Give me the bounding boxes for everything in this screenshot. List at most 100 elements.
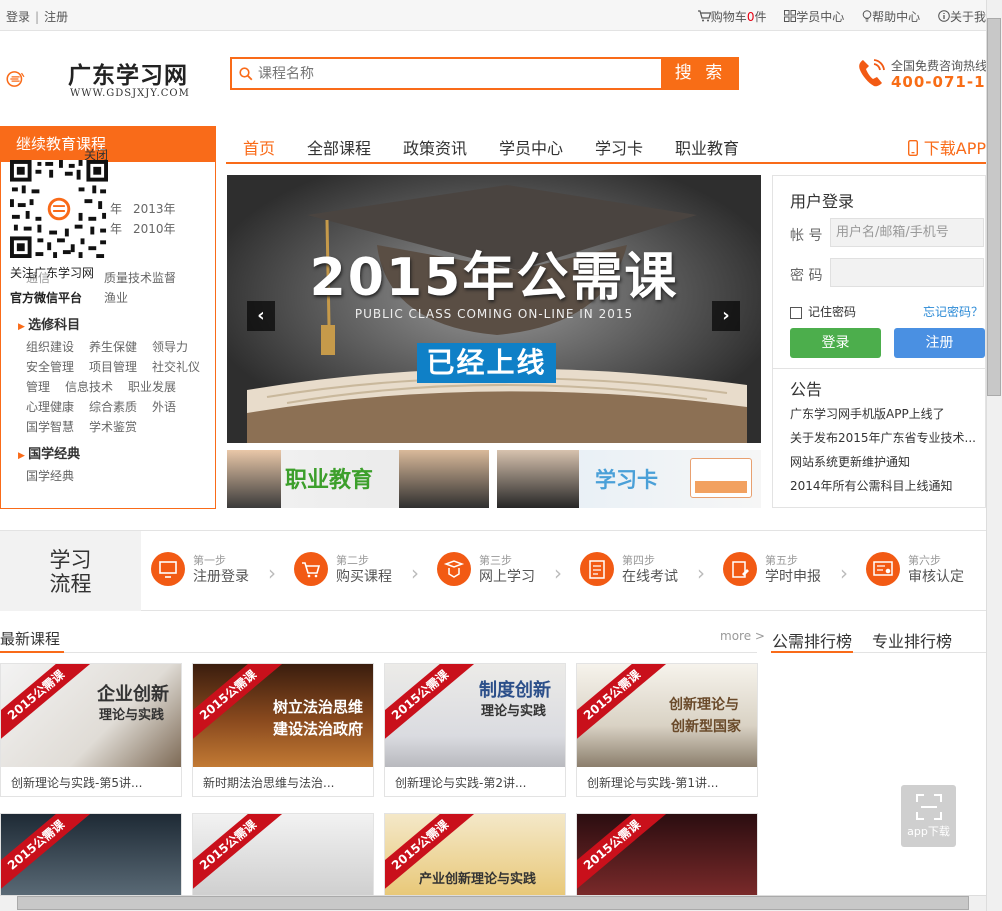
course-thumbnail: 2015公需课 创新理论与 创新型国家 <box>577 664 757 767</box>
course-caption: 创新理论与实践-第2讲... <box>395 776 527 790</box>
top-register-link[interactable]: 注册 <box>44 10 68 24</box>
announcement-item[interactable]: 关于发布2015年广东省专业技术... <box>790 429 976 446</box>
logo-icon[interactable] <box>6 52 68 106</box>
chevron-right-icon: › <box>697 561 705 585</box>
banner-prev-button[interactable]: ‹ <box>247 301 275 331</box>
tab-public-ranking[interactable]: 公需排行榜 <box>772 628 852 652</box>
elective-item[interactable]: 心理健康 <box>26 398 74 415</box>
category-item[interactable]: 渔业 <box>104 289 128 306</box>
checkbox-icon <box>790 306 802 319</box>
divider: | <box>35 10 40 24</box>
elective-item[interactable]: 综合素质 <box>89 398 137 415</box>
hotline-label: 全国免费咨询热线 <box>891 59 988 73</box>
course-card[interactable]: 2015公需课 制度创新 理论与实践 创新理论与实践-第2讲... <box>384 663 566 797</box>
about-link[interactable]: 关于我 <box>938 10 986 24</box>
elective-item[interactable]: 信息技术 <box>65 378 113 395</box>
course-card[interactable]: 2015公需课 树立法治思维 建设法治政府 新时期法治思维与法治... <box>192 663 374 797</box>
elective-item[interactable]: 职业发展 <box>128 378 176 395</box>
classics-item[interactable]: 国学经典 <box>26 467 74 484</box>
promo-person-image <box>227 450 281 508</box>
cart-link[interactable]: 购物车0件 <box>697 10 771 24</box>
course-card[interactable]: 2015公需课 <box>576 813 758 897</box>
scan-icon <box>915 794 942 820</box>
banner-next-button[interactable]: › <box>712 301 740 331</box>
banner-subline: PUBLIC CLASS COMING ON-LINE IN 2015 <box>354 307 634 321</box>
process-step[interactable]: 第六步 审核认定 <box>866 548 1002 592</box>
wechat-qr-code <box>10 160 108 258</box>
elective-item[interactable]: 学术鉴赏 <box>89 418 137 435</box>
hero-banner[interactable]: 2015年公需课 PUBLIC CLASS COMING ON-LINE IN … <box>227 175 761 443</box>
promo-vocational-label: 职业教育 <box>285 468 374 493</box>
year-2010-link[interactable]: 2010年 <box>133 220 176 237</box>
elective-item[interactable]: 项目管理 <box>89 358 137 375</box>
year-suffix[interactable]: 年 <box>110 200 122 217</box>
divider <box>0 652 757 653</box>
search-input[interactable] <box>232 59 632 88</box>
chevron-right-icon: › <box>268 561 276 585</box>
tab-professional-ranking[interactable]: 专业排行榜 <box>872 628 952 652</box>
divider <box>0 651 64 653</box>
course-card[interactable]: 2015公需课 创新理论与 创新型国家 创新理论与实践-第1讲... <box>576 663 758 797</box>
nav-vocational[interactable]: 职业教育 <box>675 135 739 159</box>
student-center-link[interactable]: 学员中心 <box>784 10 848 24</box>
top-login-link[interactable]: 登录 <box>6 10 30 24</box>
announcement-item[interactable]: 广东学习网手机版APP上线了 <box>790 405 945 422</box>
logo-name[interactable]: 广东学习网 <box>68 56 188 90</box>
scrollbar-thumb[interactable] <box>987 18 1001 396</box>
scrollbar-thumb[interactable] <box>17 896 969 910</box>
course-card[interactable]: 2015公需课 <box>192 813 374 897</box>
top-right-links: 购物车0件 学员中心 帮助中心 关于我 <box>684 8 986 25</box>
search-icon <box>239 67 253 81</box>
course-ribbon: 2015公需课 <box>577 664 669 746</box>
download-app-link[interactable]: 下载APP <box>907 135 986 159</box>
wechat-label: 官方微信平台 <box>10 291 83 305</box>
divider <box>773 368 985 369</box>
chevron-right-icon: › <box>554 561 562 585</box>
help-center-link[interactable]: 帮助中心 <box>862 10 924 24</box>
elective-item[interactable]: 领导力 <box>152 338 188 355</box>
password-input[interactable] <box>830 258 984 287</box>
elective-item[interactable]: 管理 <box>26 378 50 395</box>
announcement-item[interactable]: 网站系统更新维护通知 <box>790 453 910 470</box>
elective-item[interactable]: 组织建设 <box>26 338 74 355</box>
course-thumbnail: 2015公需课 树立法治思维 建设法治政府 <box>193 664 373 767</box>
announcement-item[interactable]: 2014年所有公需科目上线通知 <box>790 477 953 494</box>
promo-person-image <box>399 450 489 508</box>
remember-checkbox[interactable]: 记住密码 <box>790 303 856 320</box>
elective-item[interactable]: 社交礼仪 <box>152 358 200 375</box>
year-suffix[interactable]: 年 <box>110 220 122 237</box>
study-card-promo[interactable]: 学习卡 <box>497 450 761 508</box>
nav-all-courses[interactable]: 全部课程 <box>307 135 371 159</box>
triangle-icon: ▶ <box>18 322 29 332</box>
elective-item[interactable]: 国学智慧 <box>26 418 74 435</box>
search-button[interactable]: 搜 索 <box>662 57 739 90</box>
nav-policy-news[interactable]: 政策资讯 <box>403 135 467 159</box>
course-ribbon: 2015公需课 <box>577 814 669 896</box>
register-button[interactable]: 注册 <box>894 328 985 358</box>
chevron-right-icon: › <box>411 561 419 585</box>
elective-item[interactable]: 安全管理 <box>26 358 74 375</box>
nav-student-center[interactable]: 学员中心 <box>499 135 563 159</box>
classics-heading[interactable]: ▶ 国学经典 <box>18 443 80 462</box>
learning-icon <box>437 552 471 586</box>
elective-heading[interactable]: ▶ 选修科目 <box>18 314 80 333</box>
course-card[interactable]: 2015公需课 产业创新理论与实践 <box>384 813 566 897</box>
triangle-icon: ▶ <box>18 451 29 461</box>
course-card[interactable]: 2015公需课 <box>0 813 182 897</box>
vocational-promo[interactable]: 职业教育 <box>227 450 489 508</box>
forgot-password-link[interactable]: 忘记密码？ <box>923 303 983 320</box>
login-button[interactable]: 登录 <box>790 328 881 358</box>
course-card[interactable]: 2015公需课 企业创新 理论与实践 创新理论与实践-第5讲... <box>0 663 182 797</box>
category-item[interactable]: 质量技术监督 <box>104 269 176 286</box>
app-download-button[interactable]: app下载 <box>901 785 956 847</box>
year-2013-link[interactable]: 2013年 <box>133 200 176 217</box>
more-courses-link[interactable]: more > <box>720 629 765 643</box>
account-input[interactable]: 用户名/邮箱/手机号 <box>830 218 984 247</box>
elective-item[interactable]: 外语 <box>152 398 176 415</box>
certificate-icon <box>866 552 900 586</box>
nav-study-card[interactable]: 学习卡 <box>595 135 643 159</box>
report-icon <box>723 552 757 586</box>
nav-home[interactable]: 首页 <box>243 135 275 159</box>
elective-item[interactable]: 养生保健 <box>89 338 137 355</box>
logo-url: WWW.GDSJXJY.COM <box>70 88 190 99</box>
